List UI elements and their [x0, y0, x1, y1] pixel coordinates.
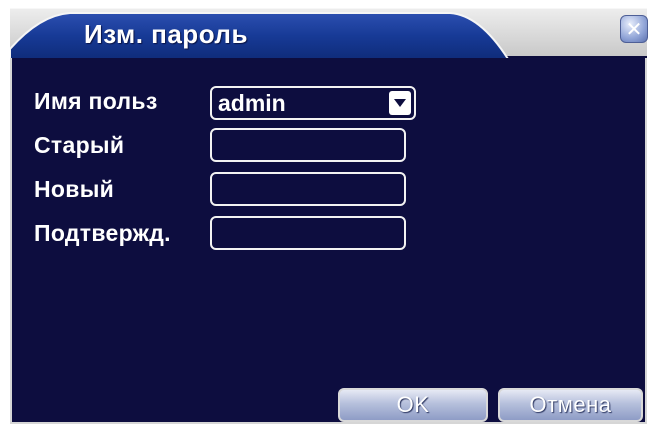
username-value: admin — [218, 90, 286, 116]
dialog-body: Имя польз admin Старый Новый Подтвержд. … — [10, 58, 647, 424]
username-label: Имя польз — [34, 88, 158, 114]
old-password-label: Старый — [34, 132, 125, 158]
ok-button[interactable]: OK — [338, 388, 488, 422]
dialog-title: Изм. пароль — [84, 19, 248, 49]
change-password-dialog: Изм. пароль ✕ Имя польз admin Старый Нов… — [10, 8, 648, 424]
confirm-password-label: Подтвержд. — [34, 220, 171, 246]
old-password-field[interactable] — [210, 128, 406, 162]
title-bar: Изм. пароль ✕ — [10, 8, 648, 59]
chevron-down-icon[interactable] — [389, 91, 411, 115]
username-select[interactable]: admin — [210, 86, 416, 120]
new-password-label: Новый — [34, 176, 115, 202]
new-password-field[interactable] — [210, 172, 406, 206]
close-icon[interactable]: ✕ — [620, 15, 648, 43]
cancel-button[interactable]: Отмена — [498, 388, 643, 422]
confirm-password-field[interactable] — [210, 216, 406, 250]
